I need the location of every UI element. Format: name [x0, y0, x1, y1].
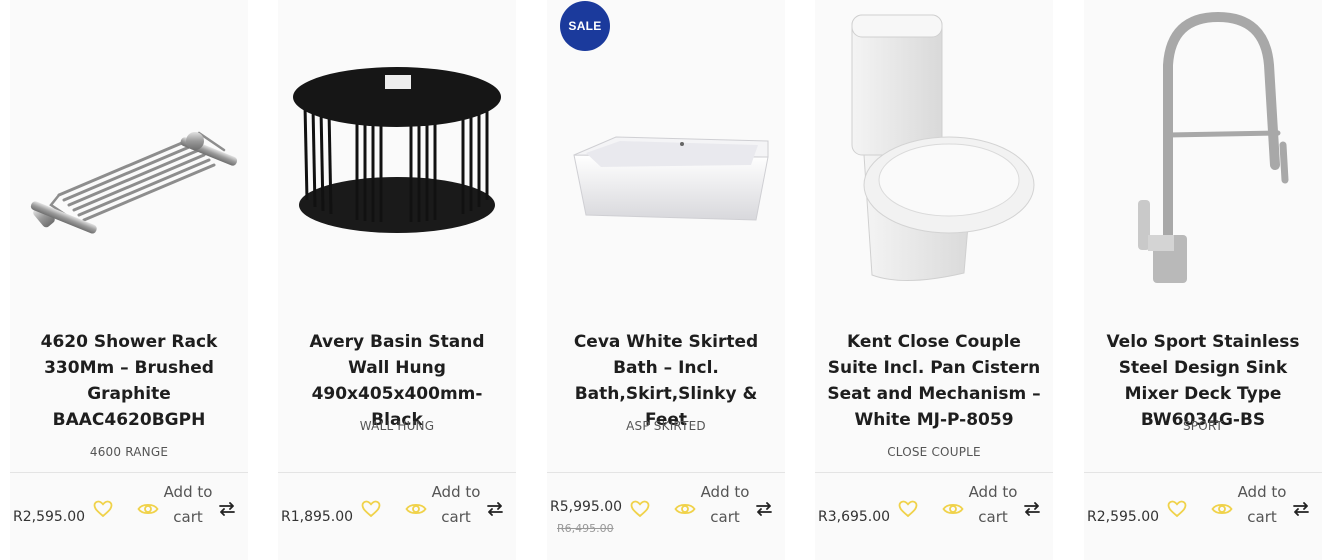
quick-view-button[interactable] [942, 498, 964, 520]
quick-view-button[interactable] [674, 498, 696, 520]
heart-icon [361, 500, 381, 518]
product-card[interactable]: Avery Basin Stand Wall Hung 490x405x400m… [278, 0, 516, 560]
compare-arrows-icon [1293, 502, 1309, 516]
compare-button[interactable] [753, 498, 775, 520]
add-to-cart-button[interactable]: Add to cart [1237, 480, 1287, 530]
product-grid: 4620 Shower Rack 330Mm – Brushed Graphit… [0, 0, 1329, 560]
wishlist-button[interactable] [897, 498, 919, 520]
heart-icon [1167, 500, 1187, 518]
product-card[interactable]: SALE Ceva White Skirted Bath – Incl. Bat… [547, 0, 785, 560]
basin-stand-image [293, 67, 501, 233]
product-price: R2,595.00 [13, 509, 86, 525]
product-card[interactable]: Kent Close Couple Suite Incl. Pan Cister… [815, 0, 1053, 560]
quick-view-button[interactable] [137, 498, 159, 520]
product-category[interactable]: 4600 RANGE [10, 445, 248, 459]
sale-badge: SALE [560, 1, 610, 51]
compare-button[interactable] [1290, 498, 1312, 520]
compare-button[interactable] [1021, 498, 1043, 520]
product-price: R5,995.00 [550, 499, 623, 515]
wishlist-button[interactable] [1166, 498, 1188, 520]
eye-icon [137, 503, 159, 515]
product-title[interactable]: Avery Basin Stand Wall Hung 490x405x400m… [286, 329, 508, 433]
eye-icon [405, 503, 427, 515]
divider [10, 472, 248, 473]
heart-icon [630, 500, 650, 518]
product-card[interactable]: 4620 Shower Rack 330Mm – Brushed Graphit… [10, 0, 248, 560]
toilet-image [851, 14, 1035, 281]
sink-mixer-image [1138, 11, 1289, 283]
add-to-cart-button[interactable]: Add to cart [968, 480, 1018, 530]
divider [547, 472, 785, 473]
quick-view-button[interactable] [1211, 498, 1233, 520]
heart-icon [93, 500, 113, 518]
product-old-price: R6,495.00 [557, 522, 614, 535]
product-image[interactable] [815, 0, 1053, 310]
add-to-cart-button[interactable]: Add to cart [431, 480, 481, 530]
product-title[interactable]: Ceva White Skirted Bath – Incl. Bath,Ski… [555, 329, 777, 433]
compare-arrows-icon [756, 502, 772, 516]
quick-view-button[interactable] [405, 498, 427, 520]
divider [278, 472, 516, 473]
compare-arrows-icon [219, 502, 235, 516]
compare-arrows-icon [1024, 502, 1040, 516]
heart-icon [898, 500, 918, 518]
product-category[interactable]: CLOSE COUPLE [815, 445, 1053, 459]
product-image[interactable] [278, 0, 516, 310]
product-price: R1,895.00 [281, 509, 354, 525]
eye-icon [1211, 503, 1233, 515]
product-image[interactable] [1084, 0, 1322, 310]
shower-rack-image [30, 131, 238, 234]
wishlist-button[interactable] [92, 498, 114, 520]
wishlist-button[interactable] [360, 498, 382, 520]
product-card[interactable]: Velo Sport Stainless Steel Design Sink M… [1084, 0, 1322, 560]
product-category[interactable]: ASP SKIRTED [547, 419, 785, 433]
bath-image [573, 136, 769, 221]
compare-button[interactable] [484, 498, 506, 520]
compare-arrows-icon [487, 502, 503, 516]
product-price: R2,595.00 [1087, 509, 1160, 525]
eye-icon [942, 503, 964, 515]
product-image[interactable] [10, 0, 248, 310]
product-title[interactable]: Velo Sport Stainless Steel Design Sink M… [1092, 329, 1314, 433]
eye-icon [674, 503, 696, 515]
add-to-cart-button[interactable]: Add to cart [163, 480, 213, 530]
divider [815, 472, 1053, 473]
product-category[interactable]: WALL HUNG [278, 419, 516, 433]
compare-button[interactable] [216, 498, 238, 520]
product-title[interactable]: Kent Close Couple Suite Incl. Pan Cister… [823, 329, 1045, 433]
product-price: R3,695.00 [818, 509, 891, 525]
product-title[interactable]: 4620 Shower Rack 330Mm – Brushed Graphit… [18, 329, 240, 433]
divider [1084, 472, 1322, 473]
wishlist-button[interactable] [629, 498, 651, 520]
add-to-cart-button[interactable]: Add to cart [700, 480, 750, 530]
product-category[interactable]: SPORT [1084, 419, 1322, 433]
